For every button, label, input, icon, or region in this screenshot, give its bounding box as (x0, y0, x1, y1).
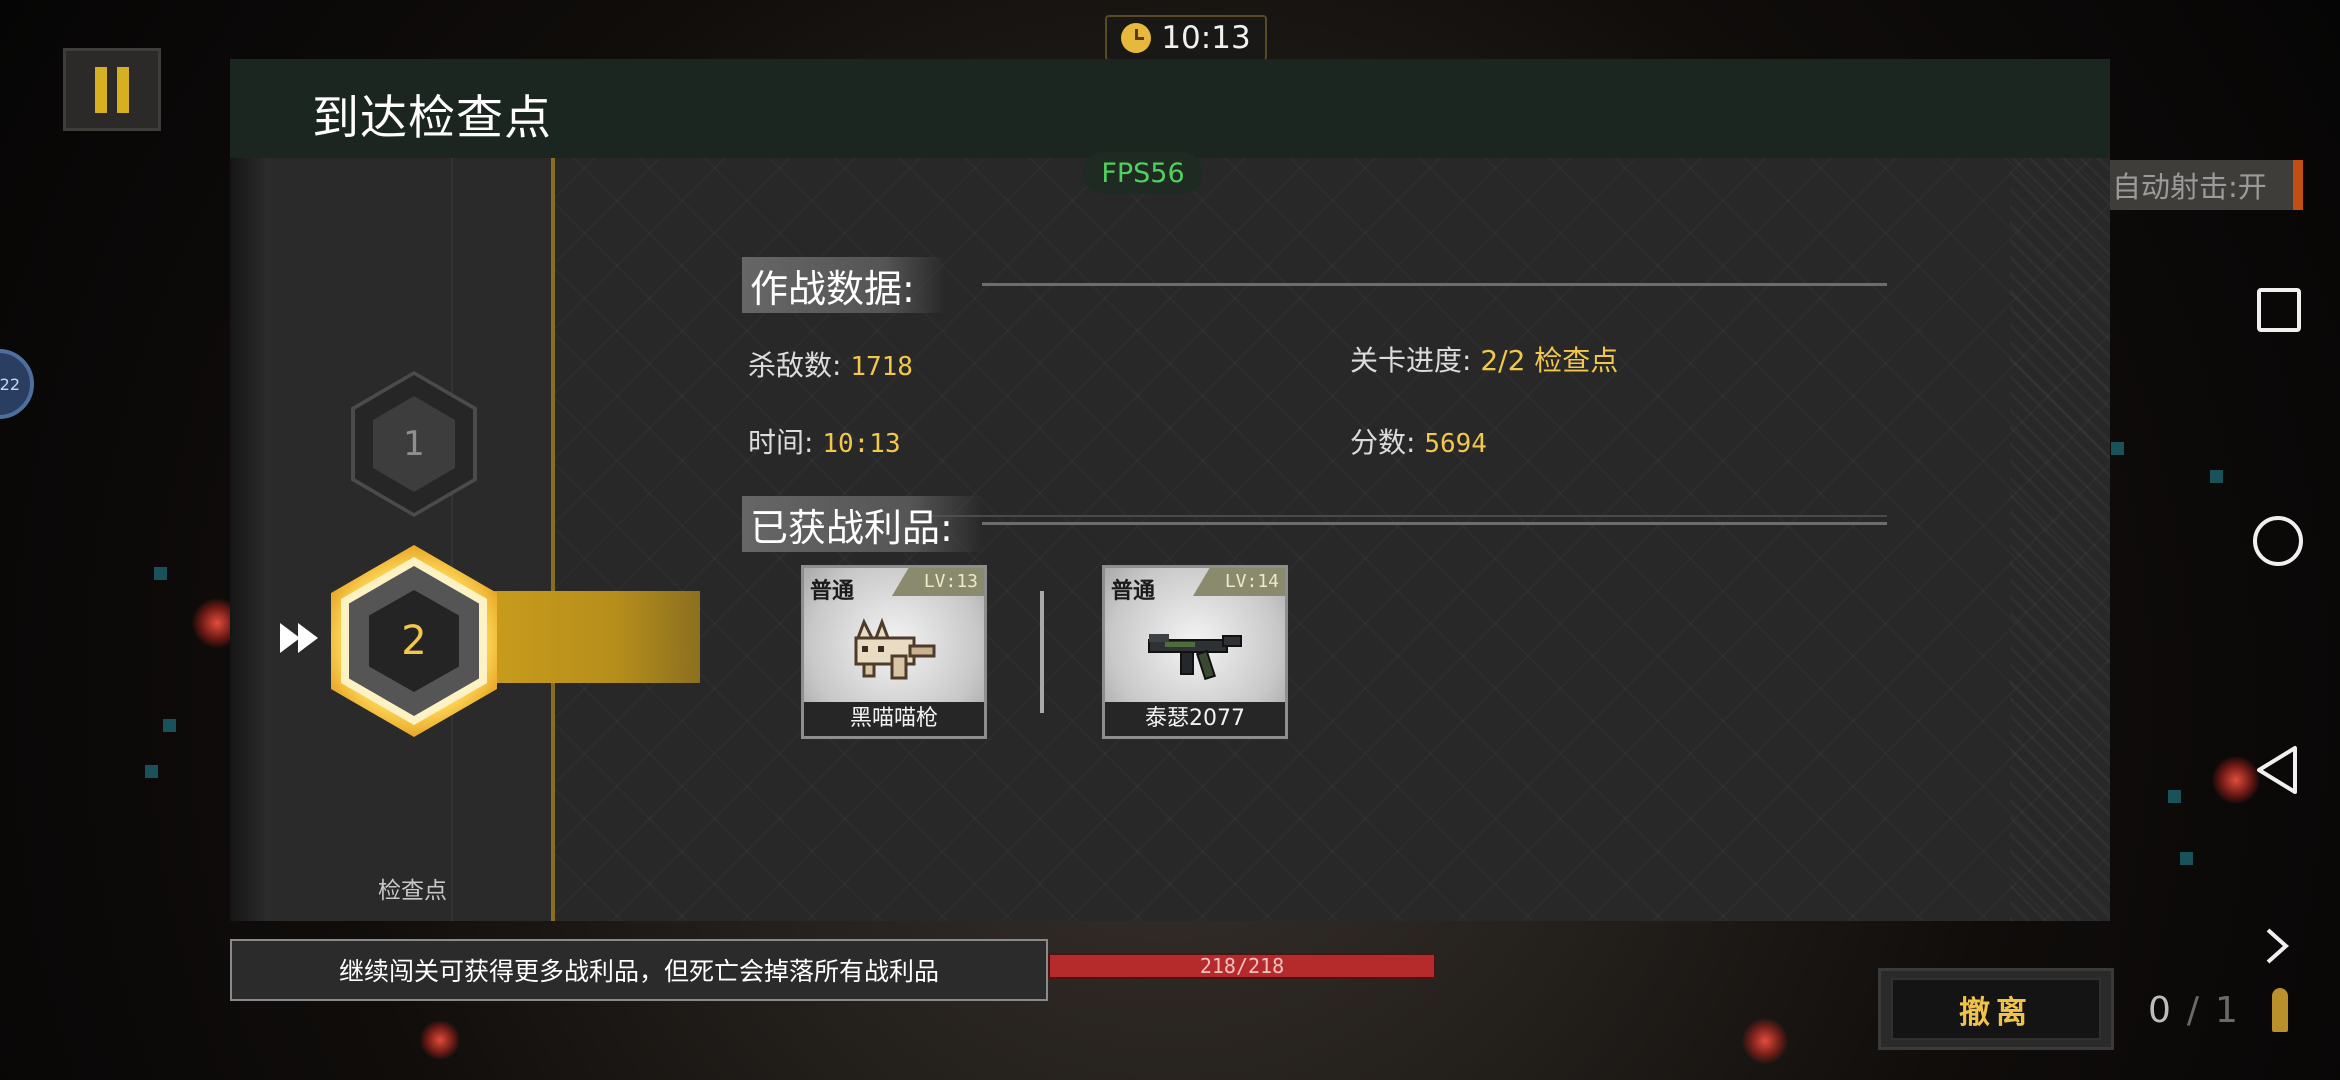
home-nav-button[interactable] (2253, 516, 2303, 566)
heading-rule (982, 522, 1887, 525)
background-glow (1742, 1018, 1788, 1064)
timer-value: 10:13 (1161, 20, 1251, 56)
checkpoint-number: 2 (401, 618, 427, 664)
auto-shoot-toggle[interactable]: 自动射击:开 (2110, 160, 2303, 210)
pause-icon (95, 66, 107, 113)
background-particle (2210, 470, 2223, 483)
loot-heading: 已获战利品: (742, 496, 983, 552)
loot-name: 黑喵喵枪 (804, 702, 984, 736)
heading-rule (982, 283, 1887, 286)
dialog-title: 到达检查点 (312, 91, 552, 146)
health-bar: 218/218 (1048, 953, 1436, 979)
fps-counter: FPS56 (1083, 152, 1203, 194)
warning-tip: 继续闯关可获得更多战利品，但死亡会掉落所有战利品 (230, 939, 1048, 1001)
scroll-hatch (2010, 158, 2110, 921)
ammo-counter: 0 / 1 (2148, 990, 2238, 1031)
loot-separator (1040, 591, 1044, 713)
score-stat: 分数: 5694 (1350, 426, 1487, 459)
kills-value: 1718 (850, 352, 913, 382)
pause-button[interactable] (63, 48, 161, 131)
evacuate-button[interactable]: 撤离 (1878, 968, 2114, 1050)
loot-rarity: 普通 (810, 579, 855, 604)
clock-icon (1121, 23, 1152, 53)
checkpoint-number: 1 (403, 424, 425, 464)
recents-nav-button[interactable] (2257, 288, 2301, 332)
pause-icon (117, 66, 129, 113)
game-timer: 10:13 (1105, 15, 1267, 61)
background-glow (420, 1020, 460, 1060)
current-checkpoint-highlight (488, 591, 700, 683)
taser-rifle-icon (1148, 634, 1242, 681)
background-particle (2111, 442, 2124, 455)
background-particle (2168, 790, 2181, 803)
loot-card[interactable]: 普通 LV:14 泰瑟2077 (1102, 565, 1288, 739)
stats-heading: 作战数据: (742, 257, 945, 313)
bullet-icon (2272, 988, 2288, 1032)
health-value: 218/218 (1199, 954, 1285, 978)
progress-value: 2/2 检查点 (1480, 344, 1619, 377)
rail-edge (230, 158, 270, 921)
ammo-current: 0 (2148, 990, 2171, 1031)
dialog-body: 1 2 检查点 作战数据: 杀敌数: 1718 关卡进度: 2/2 检查点 时间… (230, 158, 2110, 921)
background-particle (2180, 852, 2193, 865)
ammo-separator: / (2186, 990, 2200, 1031)
cat-gun-icon (854, 617, 936, 680)
loot-card[interactable]: 普通 LV:13 黑喵喵枪 (801, 565, 987, 739)
checkpoint-rail (270, 158, 555, 921)
time-value: 10:13 (822, 429, 901, 459)
rail-line (451, 158, 453, 921)
background-particle (163, 719, 176, 732)
evacuate-label: 撤离 (1891, 978, 2101, 1040)
background-particle (154, 567, 167, 580)
checkpoint-label: 检查点 (378, 878, 447, 904)
progress-stat: 关卡进度: 2/2 检查点 (1350, 344, 1619, 377)
chevron-right-icon[interactable] (2262, 926, 2292, 966)
loot-level: LV:13 (892, 568, 984, 596)
background-particle (145, 765, 158, 778)
back-nav-button[interactable] (2253, 744, 2301, 796)
ammo-max: 1 (2215, 990, 2238, 1031)
loot-rarity: 普通 (1111, 579, 1156, 604)
time-stat: 时间: 10:13 (748, 426, 901, 459)
loot-name: 泰瑟2077 (1105, 702, 1285, 736)
dialog-header: 到达检查点 (230, 59, 2110, 158)
score-value: 5694 (1424, 429, 1487, 459)
loot-level: LV:14 (1193, 568, 1285, 596)
fast-forward-icon (280, 623, 318, 653)
kills-stat: 杀敌数: 1718 (748, 349, 913, 382)
